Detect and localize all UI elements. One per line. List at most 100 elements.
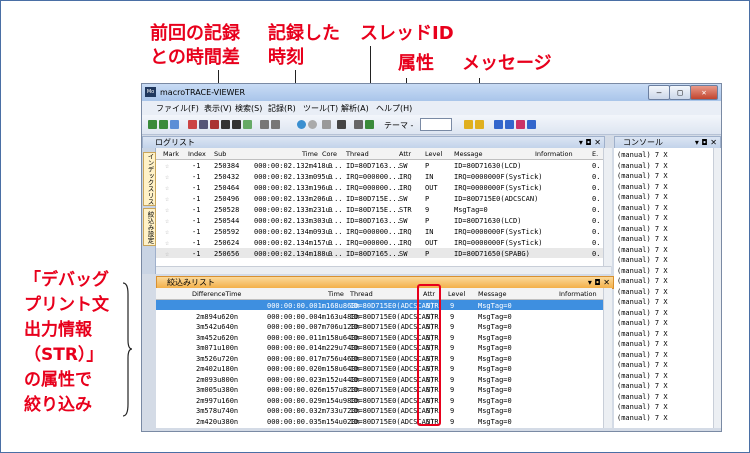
filter-icon[interactable]: [188, 120, 197, 129]
menu-help[interactable]: ヘルプ(H): [376, 103, 412, 114]
table-row[interactable]: 3m526u720n 000:00:00.017m756u460n ID=80D71…: [156, 353, 603, 363]
col-e[interactable]: E.: [592, 150, 598, 158]
cell-level: P: [425, 195, 430, 203]
cell-thread: ID=80D7163...: [346, 217, 401, 225]
highlight-icon[interactable]: [475, 120, 484, 129]
play-icon[interactable]: [297, 120, 306, 129]
color-icon[interactable]: [516, 120, 525, 129]
col-index[interactable]: Index: [188, 150, 206, 158]
table-row[interactable]: ☆ -1 250656 000:00:02.134m188u... 0 ID=80D716…: [156, 248, 603, 258]
stop-icon[interactable]: [232, 120, 241, 129]
link-icon[interactable]: [322, 120, 331, 129]
cell-mark: ☆: [165, 195, 170, 203]
copy-icon[interactable]: [170, 120, 179, 129]
table-row[interactable]: ☆ -1 250624 000:00:02.134m157u... 0 IRQ=00000…: [156, 237, 603, 247]
record-icon[interactable]: [221, 120, 230, 129]
col-sub[interactable]: Sub: [214, 150, 226, 158]
cell-e: 0.: [592, 195, 601, 203]
col-level[interactable]: Level: [425, 150, 442, 158]
col-time[interactable]: Time: [302, 150, 318, 158]
col-mark[interactable]: Mark: [163, 150, 179, 158]
save-icon[interactable]: [159, 120, 168, 129]
theme-input[interactable]: [420, 118, 452, 131]
table-row[interactable]: ☆ -1 250464 000:00:02.133m196u... 0 IRQ=00000…: [156, 182, 603, 192]
tab-filter-settings[interactable]: 絞込み設定: [143, 208, 156, 246]
mark-icon[interactable]: [210, 120, 219, 129]
zoom-icon[interactable]: [505, 120, 514, 129]
cell-sub: 250528: [214, 206, 240, 214]
table-row[interactable]: ☆ -1 250528 000:00:02.133m231u... 0 ID=80D715…: [156, 204, 603, 214]
table-row[interactable]: ☆ -1 250592 000:00:02.134m093u... 0 IRQ=00000…: [156, 226, 603, 236]
export-icon[interactable]: [527, 120, 536, 129]
table-row[interactable]: ☆ -1 250496 000:00:02.133m206u... 0 ID=80D715…: [156, 193, 603, 203]
console-line: (manual) 7 X: [617, 256, 668, 264]
console-vscroll[interactable]: [713, 148, 721, 428]
next-icon[interactable]: [271, 120, 280, 129]
menu-tools[interactable]: ツール(T): [303, 103, 338, 114]
log-hscroll[interactable]: [156, 266, 611, 274]
cell-e: 0.: [592, 217, 601, 225]
table-row[interactable]: 2m997u160n 000:00:00.029m154u980n ID=80D71…: [156, 395, 603, 405]
console-panel-buttons[interactable]: ▾ ◘ ✕: [695, 137, 717, 148]
table-row[interactable]: 2m402u180n 000:00:00.020m158u640n ID=80D71…: [156, 363, 603, 373]
table-row[interactable]: 3m005u380n 000:00:00.026m157u820n ID=80D71…: [156, 384, 603, 394]
open-icon[interactable]: [148, 120, 157, 129]
bookmark-icon[interactable]: [464, 120, 473, 129]
col-f-information[interactable]: Information: [559, 290, 597, 298]
prev-icon[interactable]: [260, 120, 269, 129]
cell-index: -1: [192, 206, 201, 214]
filter-vscroll[interactable]: [603, 288, 612, 428]
col-attr[interactable]: Attr: [399, 150, 411, 158]
table-row[interactable]: 000:00:00.001m168u860n ID=80D715E0(ADCSCA…: [156, 300, 603, 310]
table-row[interactable]: ☆ -1 250544 000:00:02.133m303u... 0 ID=80D716…: [156, 215, 603, 225]
menu-search[interactable]: 検索(S): [235, 103, 262, 114]
menu-file[interactable]: ファイル(F): [156, 103, 199, 114]
col-information[interactable]: Information: [535, 150, 573, 158]
table-row[interactable]: 3m452u620n 000:00:00.011m158u640n ID=80D71…: [156, 332, 603, 342]
console-line: (manual) 7 X: [617, 350, 668, 359]
cell-core: 0: [328, 239, 333, 247]
col-difference-time[interactable]: DifferenceTime: [192, 290, 241, 298]
menu-view[interactable]: 表示(V): [204, 103, 232, 114]
minimize-button[interactable]: –: [648, 85, 670, 100]
col-message[interactable]: Message: [454, 150, 483, 158]
table-row[interactable]: 2m894u620n 000:00:00.004m163u480n ID=80D71…: [156, 311, 603, 321]
table-row[interactable]: 3m542u640n 000:00:00.007m706u120n ID=80D71…: [156, 321, 603, 331]
col-f-time[interactable]: Time: [328, 290, 344, 298]
col-f-level[interactable]: Level: [448, 290, 465, 298]
filter-panel-buttons[interactable]: ▾ ◘ ✕: [588, 277, 610, 288]
attr-highlight-box: [417, 284, 441, 426]
chart-icon[interactable]: [243, 120, 252, 129]
log-vscroll[interactable]: [603, 148, 612, 266]
close-button[interactable]: ✕: [690, 85, 718, 100]
settings-icon[interactable]: [354, 120, 363, 129]
console-line: (manual) 7 X: [617, 382, 668, 390]
pause-icon[interactable]: [308, 120, 317, 129]
table-row[interactable]: 3m578u740n 000:00:00.032m733u720n ID=80D71…: [156, 405, 603, 415]
col-core[interactable]: Core: [322, 150, 337, 158]
table-row[interactable]: 3m071u100n 000:00:00.014m229u740n ID=80D71…: [156, 342, 603, 352]
table-row[interactable]: 2m420u380n 000:00:00.035m154u020n ID=80D71…: [156, 416, 603, 426]
table-row[interactable]: ☆ -1 250384 000:00:02.132m418u... 0 ID=80D716…: [156, 160, 603, 170]
col-f-thread[interactable]: Thread: [350, 290, 373, 298]
menu-record[interactable]: 記録(R): [268, 103, 296, 114]
menu-analysis[interactable]: 解析(A): [341, 103, 369, 114]
cell-index: -1: [192, 162, 201, 170]
cell-core: 0: [328, 162, 333, 170]
log-panel-buttons[interactable]: ▾ ◘ ✕: [579, 137, 601, 148]
refresh-icon[interactable]: [337, 120, 346, 129]
cell-core: 0: [328, 217, 333, 225]
maximize-button[interactable]: □: [669, 85, 691, 100]
find-icon[interactable]: [199, 120, 208, 129]
col-thread[interactable]: Thread: [346, 150, 369, 158]
table-row[interactable]: ☆ -1 250432 000:00:02.133m095u... 0 IRQ=00000…: [156, 171, 603, 181]
check-icon[interactable]: [365, 120, 374, 129]
cell-message: MsgTag=0: [478, 417, 512, 426]
tab-index-list[interactable]: インデックスリスト: [143, 152, 156, 206]
cell-thread: ID=80D7163...: [346, 162, 401, 170]
col-f-message[interactable]: Message: [478, 290, 507, 298]
table-row[interactable]: 2m093u800n 000:00:00.023m152u440n ID=80D71…: [156, 374, 603, 384]
star-icon[interactable]: [494, 120, 503, 129]
cell-thread: IRQ=000000...: [346, 184, 401, 192]
cell-e: 0.: [592, 173, 601, 181]
